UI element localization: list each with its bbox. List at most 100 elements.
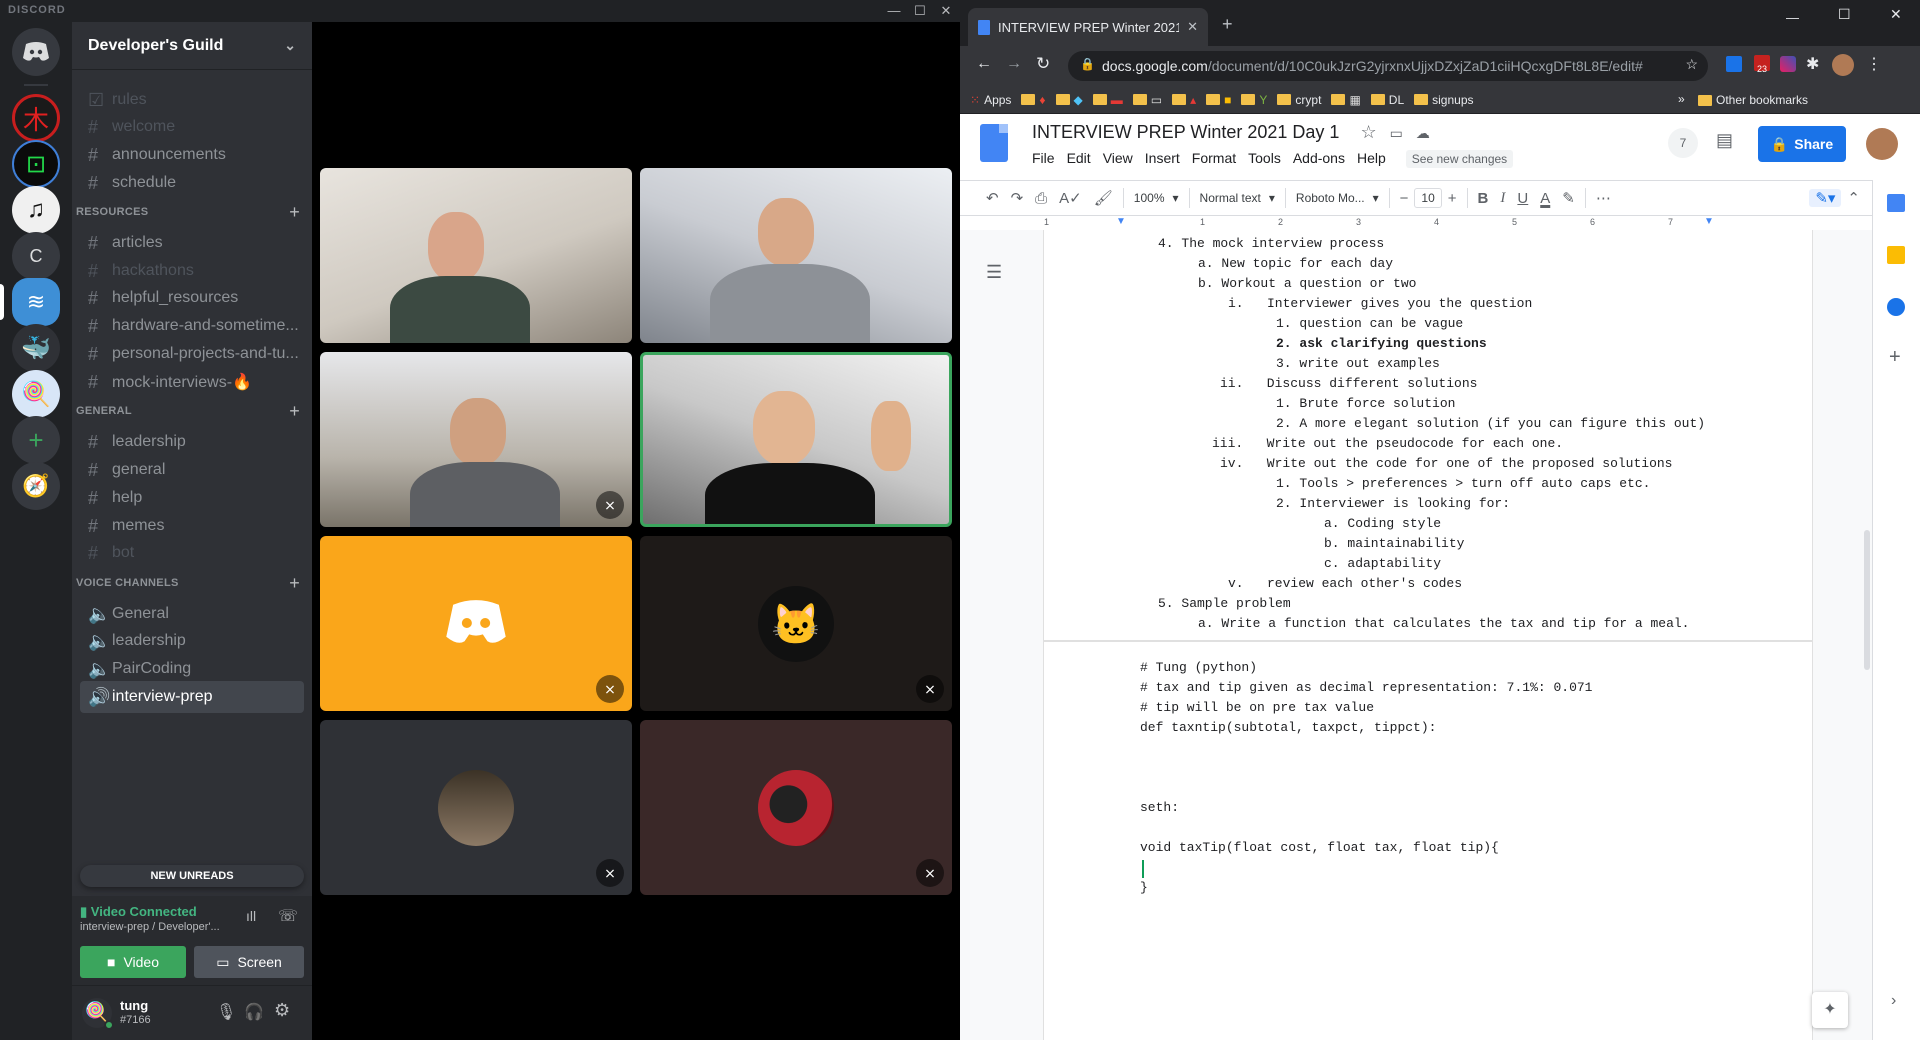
video-tile-participant-2[interactable] xyxy=(640,168,952,343)
video-tile-speaking[interactable] xyxy=(640,352,952,527)
menu-format[interactable]: Format xyxy=(1192,150,1236,168)
tab-close-icon[interactable]: ✕ xyxy=(1187,19,1198,35)
menu-edit[interactable]: Edit xyxy=(1067,150,1091,168)
video-tile-photo-avatar[interactable]: ⨯ xyxy=(320,720,632,895)
highlight-icon[interactable]: ✎ xyxy=(1556,189,1581,207)
extension-color-icon[interactable] xyxy=(1780,56,1796,72)
scrollbar-thumb[interactable] xyxy=(1864,530,1870,670)
category-resources[interactable]: RESOURCES + xyxy=(76,202,308,223)
ruler-right-marker[interactable]: ▼ xyxy=(1704,216,1714,227)
menu-insert[interactable]: Insert xyxy=(1145,150,1180,168)
server-header[interactable]: Developer's Guild ⌄ xyxy=(72,22,312,70)
bookmark-folder[interactable]: ♦ xyxy=(1021,93,1046,107)
bookmark-folder[interactable]: ▬ xyxy=(1092,93,1123,107)
profile-avatar[interactable] xyxy=(1832,54,1854,76)
video-tile-discord-avatar[interactable]: ⨯ xyxy=(320,536,632,711)
disconnect-icon[interactable]: ☏ xyxy=(278,906,298,926)
bookmark-folder[interactable]: ◆ xyxy=(1055,93,1083,107)
menu-tools[interactable]: Tools xyxy=(1248,150,1281,168)
font-select[interactable]: Roboto Mo... ▾ xyxy=(1290,191,1385,205)
ruler-indent-marker[interactable]: ▼ xyxy=(1116,216,1126,227)
add-addon-icon[interactable]: + xyxy=(1889,346,1901,369)
bookmark-folder[interactable]: ▭ xyxy=(1132,93,1162,107)
zoom-select[interactable]: 100% ▾ xyxy=(1128,191,1185,205)
channel-mock-interviews[interactable]: # mock-interviews-🔥 xyxy=(80,366,304,398)
redo-icon[interactable]: ↷ xyxy=(1005,189,1030,207)
move-folder-icon[interactable]: ▭ xyxy=(1390,125,1403,141)
explore-servers-button[interactable]: 🧭 xyxy=(12,462,60,510)
other-bookmarks[interactable]: Other bookmarks xyxy=(1698,93,1808,107)
noise-suppression-icon[interactable]: ıll xyxy=(246,908,256,924)
bookmark-folder[interactable]: Y xyxy=(1241,93,1267,107)
font-size-decrease-icon[interactable]: − xyxy=(1394,190,1415,207)
gear-icon[interactable]: ⚙ xyxy=(274,1000,290,1021)
menu-view[interactable]: View xyxy=(1103,150,1133,168)
share-button[interactable]: 🔒 Share xyxy=(1758,126,1846,162)
add-channel-icon[interactable]: + xyxy=(289,401,300,422)
see-new-changes-link[interactable]: See new changes xyxy=(1405,150,1514,168)
voice-channel-path[interactable]: interview-prep / Developer'... xyxy=(80,921,220,933)
add-server-button[interactable]: + xyxy=(12,416,60,464)
video-tile-participant-1[interactable] xyxy=(320,168,632,343)
docs-logo-icon[interactable] xyxy=(980,124,1008,162)
bold-icon[interactable]: B xyxy=(1472,190,1495,207)
video-tile-participant-3[interactable]: ⨯ xyxy=(320,352,632,527)
minimize-icon[interactable]: — xyxy=(880,0,908,22)
new-tab-button[interactable]: + xyxy=(1222,14,1233,35)
back-icon[interactable]: ← xyxy=(976,55,992,73)
add-channel-icon[interactable]: + xyxy=(289,573,300,594)
font-size-increase-icon[interactable]: + xyxy=(1442,190,1463,207)
extension-icon[interactable] xyxy=(1726,56,1742,72)
bookmark-folder[interactable]: ▴ xyxy=(1172,93,1196,107)
screen-share-button[interactable]: ▭ Screen xyxy=(194,946,304,978)
spellcheck-icon[interactable]: A✓ xyxy=(1053,189,1088,207)
viewers-count-badge[interactable]: 7 xyxy=(1668,128,1698,158)
channel-schedule[interactable]: # schedule xyxy=(80,167,304,199)
bookmark-dl[interactable]: DL xyxy=(1370,93,1404,107)
comments-icon[interactable]: ▤ xyxy=(1716,130,1733,151)
maximize-icon[interactable]: ☐ xyxy=(1838,6,1851,23)
new-unreads-pill[interactable]: NEW UNREADS xyxy=(80,865,304,887)
server-docker[interactable]: 🐳 xyxy=(12,324,60,372)
video-tile-cat-avatar[interactable]: 🐱 ⨯ xyxy=(640,536,952,711)
text-color-icon[interactable]: A xyxy=(1534,190,1556,207)
server-dark-red[interactable]: 木 xyxy=(12,94,60,142)
channel-bot[interactable]: # bot xyxy=(80,537,304,569)
extension-gmail-icon[interactable]: 23 xyxy=(1754,55,1770,74)
voice-channel-interview-prep[interactable]: 🔊 interview-prep xyxy=(80,681,304,713)
server-developers-guild[interactable]: ≋ xyxy=(0,278,60,326)
menu-file[interactable]: File xyxy=(1032,150,1055,168)
maximize-icon[interactable]: ☐ xyxy=(906,0,934,22)
add-channel-icon[interactable]: + xyxy=(289,202,300,223)
category-general[interactable]: GENERAL + xyxy=(76,401,308,422)
close-icon[interactable]: ✕ xyxy=(1890,6,1902,23)
bookmarks-overflow-icon[interactable]: » xyxy=(1678,92,1685,106)
keep-icon[interactable] xyxy=(1887,246,1905,264)
collapse-menu-icon[interactable]: ⌃ xyxy=(1841,189,1866,207)
server-music[interactable]: ♫ xyxy=(12,186,60,234)
document-title[interactable]: INTERVIEW PREP Winter 2021 Day 1 ☆ ▭ ☁ xyxy=(1032,122,1430,143)
tasks-icon[interactable] xyxy=(1887,298,1905,316)
star-icon[interactable]: ☆ xyxy=(1685,56,1698,73)
style-select[interactable]: Normal text ▾ xyxy=(1194,191,1281,205)
underline-icon[interactable]: U xyxy=(1511,190,1534,207)
address-bar[interactable]: 🔒 docs.google.com/document/d/10C0ukJzrG2… xyxy=(1068,51,1708,81)
italic-icon[interactable]: I xyxy=(1494,190,1511,207)
server-c[interactable]: C xyxy=(12,232,60,280)
outline-icon[interactable]: ☰ xyxy=(986,262,1002,283)
headphones-icon[interactable]: 🎧 xyxy=(244,1002,264,1022)
bookmark-crypt[interactable]: crypt xyxy=(1277,93,1321,107)
server-candy[interactable]: 🍭 xyxy=(12,370,60,418)
close-icon[interactable]: ✕ xyxy=(932,0,960,22)
star-icon[interactable]: ☆ xyxy=(1360,122,1376,142)
explore-button[interactable]: ✦ xyxy=(1812,992,1848,1028)
bookmark-folder[interactable]: ■ xyxy=(1206,93,1231,107)
menu-addons[interactable]: Add-ons xyxy=(1293,150,1345,168)
minimize-icon[interactable]: — xyxy=(1786,10,1799,25)
reload-icon[interactable]: ↻ xyxy=(1036,54,1050,74)
category-voice-channels[interactable]: VOICE CHANNELS + xyxy=(76,573,308,594)
server-green-box[interactable]: ⊡ xyxy=(12,140,60,188)
more-icon[interactable]: ⋯ xyxy=(1590,189,1617,207)
chevron-right-icon[interactable]: › xyxy=(1891,992,1896,1010)
bookmark-folder[interactable]: ▦ xyxy=(1331,93,1361,107)
